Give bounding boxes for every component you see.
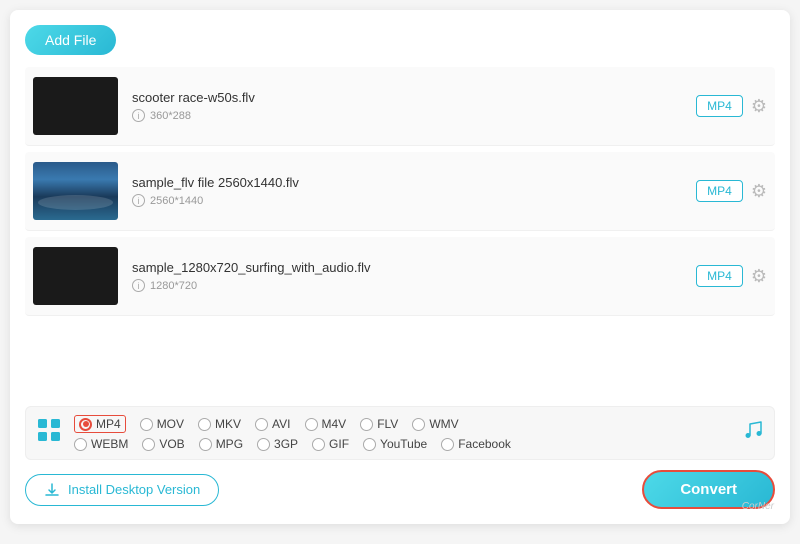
file-thumbnail-3	[33, 247, 118, 305]
format-option-wmv[interactable]: WMV	[412, 417, 458, 431]
format-row-1: MP4 MOV MKV AVI M4V	[74, 415, 732, 433]
format-option-flv[interactable]: FLV	[360, 417, 398, 431]
format-badge-3[interactable]: MP4	[696, 265, 743, 287]
radio-wmv	[412, 418, 425, 431]
format-label-facebook: Facebook	[458, 437, 511, 451]
radio-avi	[255, 418, 268, 431]
table-row: scooter race-w50s.flv i 360*288 MP4 ⚙	[25, 67, 775, 146]
format-label-webm: WEBM	[91, 437, 128, 451]
format-option-3gp[interactable]: 3GP	[257, 437, 298, 451]
format-bar: MP4 MOV MKV AVI M4V	[25, 406, 775, 460]
format-row-2: WEBM VOB MPG 3GP GIF	[74, 437, 732, 451]
info-icon-2: i	[132, 194, 145, 207]
file-name-1: scooter race-w50s.flv	[132, 90, 696, 105]
add-file-button[interactable]: Add File	[25, 25, 116, 55]
format-options: MP4 MOV MKV AVI M4V	[74, 415, 732, 451]
file-info-1: scooter race-w50s.flv i 360*288	[132, 90, 696, 122]
format-option-vob[interactable]: VOB	[142, 437, 184, 451]
gear-icon-1[interactable]: ⚙	[751, 96, 767, 117]
format-option-mkv[interactable]: MKV	[198, 417, 241, 431]
top-bar: Add File	[25, 25, 775, 55]
format-label-youtube: YouTube	[380, 437, 427, 451]
radio-mov	[140, 418, 153, 431]
format-option-youtube[interactable]: YouTube	[363, 437, 427, 451]
file-info-3: sample_1280x720_surfing_with_audio.flv i…	[132, 260, 696, 292]
file-dimensions-1: 360*288	[150, 110, 191, 122]
file-dimensions-2: 2560*1440	[150, 195, 203, 207]
radio-3gp	[257, 438, 270, 451]
radio-mkv	[198, 418, 211, 431]
file-actions-1: MP4 ⚙	[696, 95, 767, 117]
table-row: sample_1280x720_surfing_with_audio.flv i…	[25, 237, 775, 316]
format-option-facebook[interactable]: Facebook	[441, 437, 511, 451]
format-label-3gp: 3GP	[274, 437, 298, 451]
file-thumbnail-2	[33, 162, 118, 220]
format-label-m4v: M4V	[322, 417, 347, 431]
info-icon-1: i	[132, 109, 145, 122]
format-label-avi: AVI	[272, 417, 290, 431]
file-info-2: sample_flv file 2560x1440.flv i 2560*144…	[132, 175, 696, 207]
file-meta-3: i 1280*720	[132, 279, 696, 292]
format-option-gif[interactable]: GIF	[312, 437, 349, 451]
install-label: Install Desktop Version	[68, 482, 200, 497]
file-name-2: sample_flv file 2560x1440.flv	[132, 175, 696, 190]
format-label-vob: VOB	[159, 437, 184, 451]
radio-m4v	[305, 418, 318, 431]
radio-mp4	[79, 418, 92, 431]
file-meta-2: i 2560*1440	[132, 194, 696, 207]
radio-webm	[74, 438, 87, 451]
format-option-mp4[interactable]: MP4	[74, 415, 126, 433]
file-name-3: sample_1280x720_surfing_with_audio.flv	[132, 260, 696, 275]
download-icon	[44, 482, 60, 498]
main-container: Add File scooter race-w50s.flv i 360*288…	[10, 10, 790, 524]
format-label-flv: FLV	[377, 417, 398, 431]
radio-mpg	[199, 438, 212, 451]
format-label-gif: GIF	[329, 437, 349, 451]
table-row: sample_flv file 2560x1440.flv i 2560*144…	[25, 152, 775, 231]
gear-icon-3[interactable]: ⚙	[751, 266, 767, 287]
action-bar: Install Desktop Version Convert	[25, 470, 775, 509]
grid-icon[interactable]	[36, 417, 62, 449]
file-dimensions-3: 1280*720	[150, 280, 197, 292]
file-list: scooter race-w50s.flv i 360*288 MP4 ⚙ sa…	[25, 67, 775, 398]
format-label-mp4: MP4	[96, 417, 121, 431]
gear-icon-2[interactable]: ⚙	[751, 181, 767, 202]
format-option-webm[interactable]: WEBM	[74, 437, 128, 451]
radio-vob	[142, 438, 155, 451]
radio-flv	[360, 418, 373, 431]
format-badge-2[interactable]: MP4	[696, 180, 743, 202]
format-option-avi[interactable]: AVI	[255, 417, 290, 431]
format-option-m4v[interactable]: M4V	[305, 417, 347, 431]
music-icon[interactable]	[742, 419, 764, 447]
install-desktop-button[interactable]: Install Desktop Version	[25, 474, 219, 506]
file-actions-3: MP4 ⚙	[696, 265, 767, 287]
format-badge-1[interactable]: MP4	[696, 95, 743, 117]
radio-facebook	[441, 438, 454, 451]
file-actions-2: MP4 ⚙	[696, 180, 767, 202]
radio-gif	[312, 438, 325, 451]
format-option-mpg[interactable]: MPG	[199, 437, 243, 451]
radio-youtube	[363, 438, 376, 451]
corner-text: CorNer	[742, 501, 774, 512]
format-option-mov[interactable]: MOV	[140, 417, 184, 431]
format-label-mpg: MPG	[216, 437, 243, 451]
format-label-mov: MOV	[157, 417, 184, 431]
format-label-wmv: WMV	[429, 417, 458, 431]
file-meta-1: i 360*288	[132, 109, 696, 122]
file-thumbnail-1	[33, 77, 118, 135]
info-icon-3: i	[132, 279, 145, 292]
format-label-mkv: MKV	[215, 417, 241, 431]
